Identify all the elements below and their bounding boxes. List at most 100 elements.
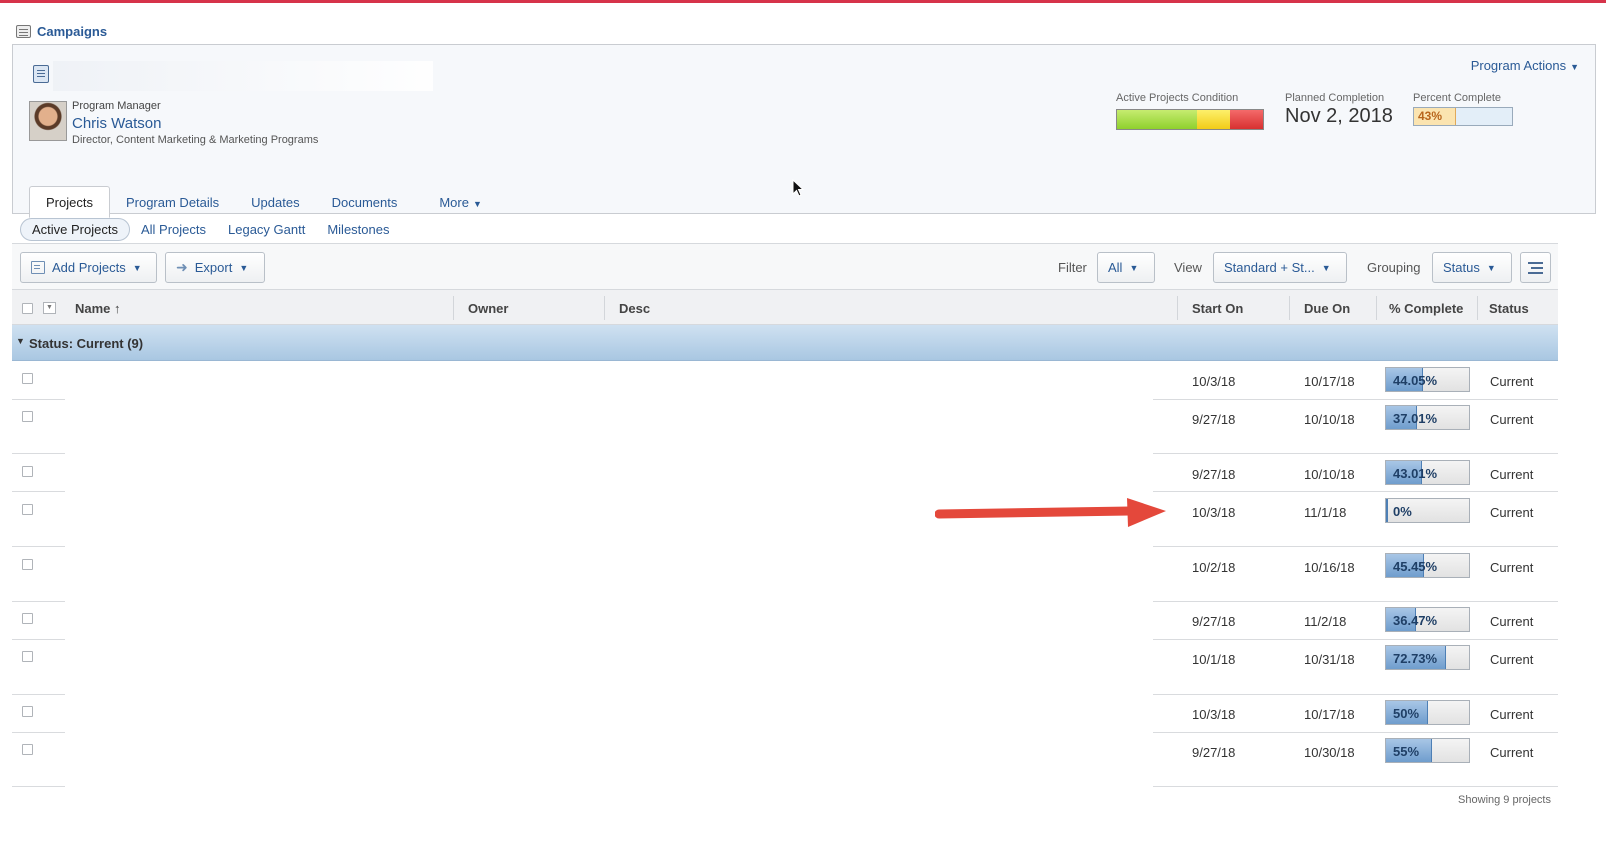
column-divider: [604, 296, 605, 320]
row-due-on: 10/30/18: [1304, 745, 1355, 760]
program-title-redacted: [53, 61, 433, 91]
column-start-on[interactable]: Start On: [1192, 301, 1243, 316]
filter-label: Filter: [1058, 260, 1087, 275]
breadcrumb-campaigns[interactable]: Campaigns: [37, 24, 107, 39]
row-divider: [1153, 601, 1558, 602]
chevron-down-icon: ▼: [1129, 262, 1139, 273]
condition-red: [1230, 110, 1263, 129]
row-start-on: 10/2/18: [1192, 560, 1236, 575]
program-actions-menu[interactable]: Program Actions ▼: [1471, 58, 1579, 73]
tab-more[interactable]: More ▼: [423, 187, 498, 217]
row-checkbox[interactable]: [22, 373, 33, 384]
select-menu-dropdown[interactable]: ▼: [43, 302, 56, 314]
add-projects-button[interactable]: Add Projects ▼: [20, 252, 157, 283]
add-list-icon: [31, 261, 45, 274]
row-checkbox[interactable]: [22, 504, 33, 515]
row-progress-bar: 43.01%: [1385, 460, 1470, 485]
program-tabs: Projects Program Details Updates Documen…: [29, 186, 498, 218]
grouping-dropdown[interactable]: Status ▼: [1432, 252, 1512, 283]
row-start-on: 10/3/18: [1192, 374, 1236, 389]
subtab-all-projects[interactable]: All Projects: [130, 219, 217, 240]
column-due-on[interactable]: Due On: [1304, 301, 1350, 316]
export-button[interactable]: ➜ Export ▼: [165, 252, 265, 283]
row-start-on: 9/27/18: [1192, 745, 1236, 760]
row-due-on: 10/17/18: [1304, 374, 1355, 389]
select-all-checkbox[interactable]: [22, 303, 33, 314]
row-progress-bar: 37.01%: [1385, 405, 1470, 430]
chevron-down-icon: ▼: [239, 262, 249, 273]
row-checkbox[interactable]: [22, 411, 33, 422]
row-progress-bar: 55%: [1385, 738, 1470, 763]
column-divider: [1376, 296, 1377, 320]
condition-yellow: [1197, 110, 1230, 129]
row-checkbox[interactable]: [22, 744, 33, 755]
column-divider: [1289, 296, 1290, 320]
row-due-on: 10/17/18: [1304, 707, 1355, 722]
row-due-on: 10/10/18: [1304, 467, 1355, 482]
row-divider: [1153, 694, 1558, 695]
row-checkbox[interactable]: [22, 613, 33, 624]
subtab-active-projects[interactable]: Active Projects: [20, 218, 130, 241]
top-accent-line: [0, 0, 1606, 3]
row-start-on: 9/27/18: [1192, 412, 1236, 427]
filter-dropdown[interactable]: All ▼: [1097, 252, 1155, 283]
export-label: Export: [194, 260, 233, 275]
column-status[interactable]: Status: [1489, 301, 1529, 316]
breadcrumb[interactable]: Campaigns: [16, 24, 107, 39]
row-checkbox[interactable]: [22, 559, 33, 570]
row-divider: [1153, 786, 1558, 787]
tab-projects[interactable]: Projects: [29, 186, 110, 218]
column-settings-icon: [1528, 262, 1543, 264]
row-divider: [1153, 399, 1558, 400]
view-label: View: [1174, 260, 1202, 275]
group-row-status-current[interactable]: ▼ Status: Current (9): [12, 325, 1558, 361]
row-progress-bar: 0%: [1385, 498, 1470, 523]
row-progress-bar: 50%: [1385, 700, 1470, 725]
row-progress-bar: 36.47%: [1385, 607, 1470, 632]
percent-complete-label: Percent Complete: [1413, 92, 1502, 104]
column-desc[interactable]: Desc: [619, 301, 650, 316]
tab-program-details[interactable]: Program Details: [110, 187, 235, 217]
program-manager-name[interactable]: Chris Watson: [72, 115, 161, 132]
column-settings-icon-line: [1528, 272, 1543, 274]
row-status: Current: [1490, 745, 1534, 760]
planned-completion-label: Planned Completion: [1285, 92, 1385, 104]
row-progress-bar: 72.73%: [1385, 645, 1470, 670]
row-checkbox[interactable]: [22, 651, 33, 662]
row-progress-bar: 45.45%: [1385, 553, 1470, 578]
row-start-on: 9/27/18: [1192, 614, 1236, 629]
program-manager-title: Director, Content Marketing & Marketing …: [72, 134, 319, 146]
tab-updates[interactable]: Updates: [235, 187, 315, 217]
column-settings-button[interactable]: [1520, 252, 1551, 283]
tab-documents[interactable]: Documents: [316, 187, 414, 217]
row-status: Current: [1490, 560, 1534, 575]
column-settings-icon-line: [1531, 267, 1543, 269]
row-percent-complete: 0%: [1393, 504, 1412, 519]
row-divider: [12, 694, 65, 695]
subtab-legacy-gantt[interactable]: Legacy Gantt: [217, 219, 316, 240]
column-owner[interactable]: Owner: [468, 301, 508, 316]
collapse-triangle-icon[interactable]: ▼: [16, 336, 25, 346]
row-divider: [12, 786, 65, 787]
showing-count: Showing 9 projects: [1458, 794, 1551, 806]
column-name[interactable]: Name ↑: [75, 301, 121, 316]
row-percent-complete: 55%: [1393, 744, 1420, 759]
grouping-label: Grouping: [1367, 260, 1421, 275]
row-checkbox[interactable]: [22, 466, 33, 477]
filter-value: All: [1108, 260, 1123, 275]
avatar[interactable]: [29, 101, 67, 141]
row-divider: [12, 399, 65, 400]
view-dropdown[interactable]: Standard + St... ▼: [1213, 252, 1347, 283]
row-start-on: 10/1/18: [1192, 652, 1236, 667]
row-status: Current: [1490, 374, 1534, 389]
row-percent-complete: 50%: [1393, 706, 1420, 721]
row-status: Current: [1490, 707, 1534, 722]
subtab-milestones[interactable]: Milestones: [316, 219, 400, 240]
percent-complete-bar: 43%: [1413, 107, 1513, 126]
row-progress-bar: 44.05%: [1385, 367, 1470, 392]
project-subtabs: Active Projects All Projects Legacy Gant…: [20, 218, 400, 241]
row-percent-complete: 45.45%: [1393, 559, 1438, 574]
row-checkbox[interactable]: [22, 706, 33, 717]
add-projects-label: Add Projects: [52, 260, 126, 275]
column-percent-complete[interactable]: % Complete: [1389, 301, 1463, 316]
